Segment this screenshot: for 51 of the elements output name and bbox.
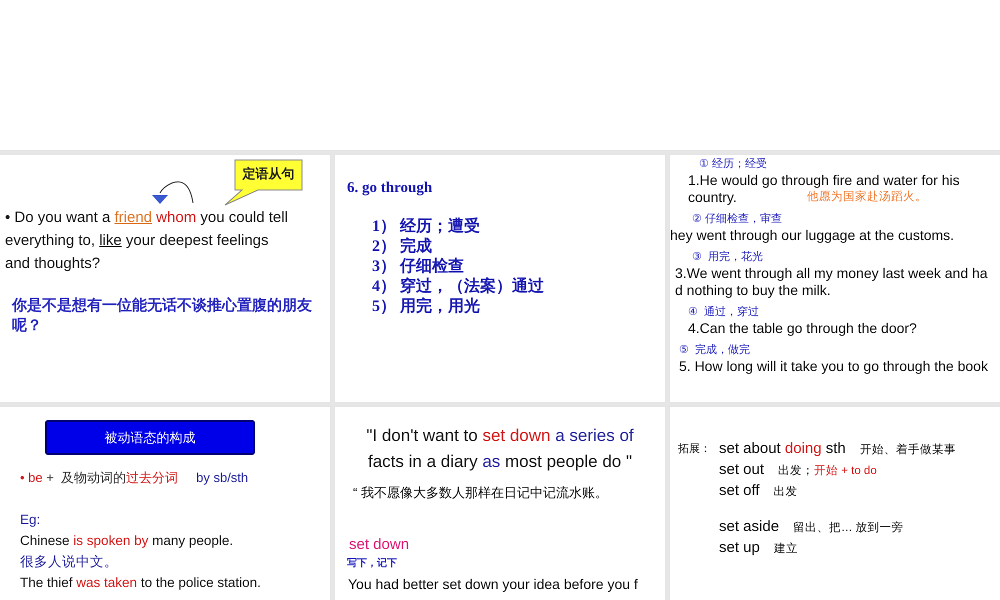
phrase-meaning: 留出、把… 放到一旁 [793, 520, 904, 536]
slide-thumbnail[interactable]: "I don't want to set down a series of facts in a diary as most people do " “ 我不愿像大多数人那样在日记中记流水账。 set down 写下，记下 You had better set down your idea before you f [335, 407, 665, 600]
sense-label: ④ 通过，穿过 [688, 306, 759, 318]
example-text: 很多人说中文。 [20, 553, 119, 571]
example-sentence: 3.We went through all my money last week and ha [675, 265, 988, 282]
slide-thumbnail[interactable]: 被动语态的构成 • be + 及物动词的过去分词 by sb/sth Eg: Chinese is spoken by many people. 很多人说中文。 The thief was taken to the police station. [0, 407, 330, 600]
translation-text: 你是不是想有一位能无话不谈推心置腹的朋友呢？ [12, 296, 312, 336]
formula-text: • be + 及物动词的过去分词 by sb/sth [20, 469, 250, 487]
slide-thumbnail[interactable]: • Do you want a friend whom you could tell everything to, like your deepest feelings and thoughts? 你是不是想有一位能无话不谈推心置腹的朋友呢？ 定语从句 [0, 155, 330, 402]
example-sentence: hey went through our luggage at the customs. [670, 227, 954, 244]
example-sentence: 1.He would go through fire and water for his [688, 172, 960, 189]
phrase-heading: set down [349, 535, 410, 555]
meaning-text: 写下，记下 [347, 557, 398, 571]
meaning-item: 3） 仔细检查 [371, 257, 465, 277]
meaning-item: 2） 完成 [371, 237, 433, 257]
sense-label: ① 经历；经受 [699, 158, 767, 170]
phrase-meaning: 出发 [774, 484, 798, 500]
example-sentence: d nothing to buy the milk. [675, 282, 831, 299]
slide-title: 6. go through [347, 179, 434, 198]
example-text: The thief was taken to the police station. [20, 574, 262, 592]
slide-thumbnail[interactable]: 拓展： set about doing sth 开始、着手做某事 set out 出发；开始 + to do set off 出发 set aside 留出、把… 放到一旁 set up 建立 [670, 407, 1000, 600]
meaning-item: 5） 用完，用光 [371, 297, 481, 317]
phrase-meaning: 出发；开始 + to do [778, 464, 877, 479]
translation-text: 他愿为国家赴汤蹈火。 [806, 189, 927, 205]
example-text: Eg: [20, 511, 42, 529]
translation-text: “ 我不愿像大多数人那样在日记中记流水账。 [353, 484, 609, 502]
phrase-meaning: 开始、着手做某事 [860, 442, 956, 458]
phrase-term: set aside [719, 517, 780, 537]
phrase-term: set out [719, 460, 764, 480]
phrase-meaning: 建立 [774, 541, 798, 557]
quote-text: facts in a diary as most people do " [366, 451, 634, 473]
phrase-term: set about doing sth [719, 439, 846, 459]
phrase-term: set up [719, 538, 760, 558]
example-sentence: 5. How long will it take you to go through the book [679, 358, 988, 375]
callout-label: 定语从句 [241, 165, 296, 183]
example-sentence: You had better set down your idea before you f [348, 575, 639, 593]
example-text: Chinese is spoken by many people. [20, 532, 234, 550]
meaning-item: 4） 穿过，（法案）通过 [371, 277, 545, 297]
expansion-label: 拓展： [678, 443, 711, 455]
slide-thumbnail[interactable] [670, 155, 1000, 402]
example-sentence: country. [688, 189, 737, 206]
phrase-term: set off [719, 481, 760, 501]
slide-sentence: • Do you want a friend whom you could tell everything to, like your deepest feelings and thoughts? [5, 208, 289, 274]
slide-thumbnail[interactable]: 6. go through 1） 经历；遭受 2） 完成 3） 仔细检查 4） 穿过，（法案）通过 5） 用完，用光 [335, 155, 665, 402]
sense-label: ⑤ 完成，做完 [679, 344, 750, 356]
sense-label: ③ 用完，花光 [692, 251, 763, 263]
sense-label: ② 仔细检查，审查 [692, 213, 782, 225]
example-sentence: 4.Can the table go through the door? [688, 320, 917, 337]
quote-text: "I don't want to set down a series of [365, 425, 635, 447]
meaning-item: 1） 经历；遭受 [371, 217, 481, 237]
title-banner: 被动语态的构成 [45, 420, 255, 455]
